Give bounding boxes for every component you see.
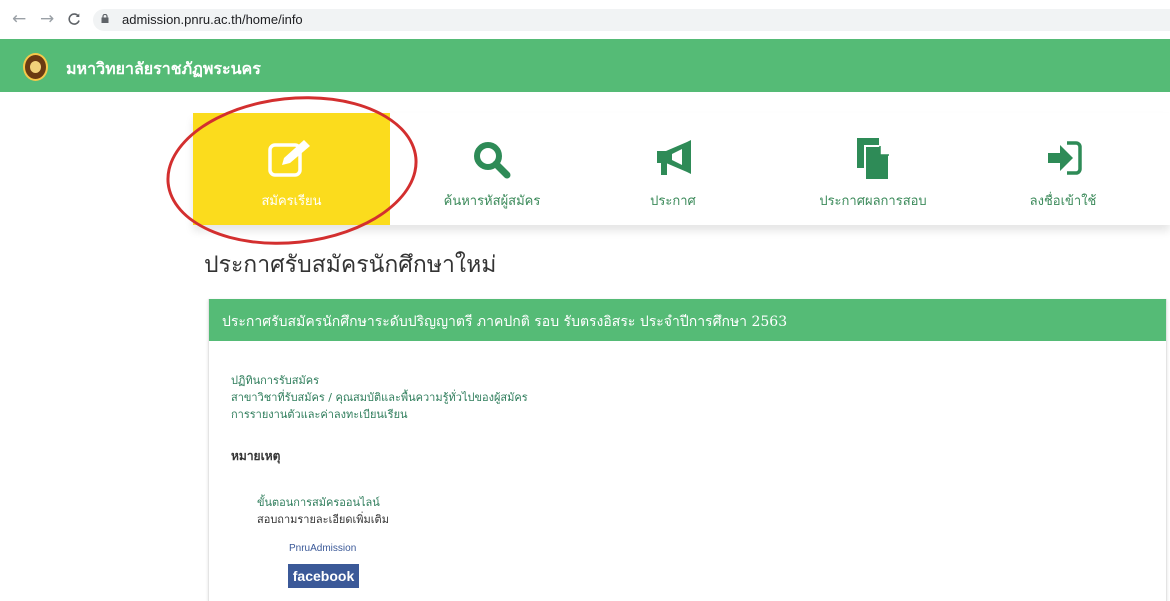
majors-link[interactable]: สาขาวิชาที่รับสมัคร / คุณสมบัติและพื้นคว… bbox=[231, 388, 528, 406]
reload-icon bbox=[68, 13, 80, 25]
facebook-page-name[interactable]: PnruAdmission bbox=[289, 543, 356, 554]
menu-announcement[interactable]: ประกาศ bbox=[603, 113, 743, 225]
menu-announcement-label: ประกาศ bbox=[650, 194, 696, 209]
back-button[interactable]: ← bbox=[12, 10, 26, 28]
site-title[interactable]: มหาวิทยาลัยราชภัฏพระนคร bbox=[66, 57, 261, 82]
reload-button[interactable] bbox=[67, 10, 81, 30]
note-heading: หมายเหตุ bbox=[231, 449, 281, 463]
menu-sign-in-label: ลงชื่อเข้าใช้ bbox=[1029, 194, 1097, 209]
menu-search-label: ค้นหารหัสผู้สมัคร bbox=[443, 194, 541, 209]
url-text: admission.pnru.ac.th/home/info bbox=[122, 12, 303, 27]
menu-exam-results[interactable]: ประกาศผลการสอบ bbox=[788, 113, 958, 225]
inquiry-text: สอบถามรายละเอียดเพิ่มเติม bbox=[257, 513, 389, 526]
announcement-card: ประกาศรับสมัครนักศึกษาระดับปริญญาตรี ภาค… bbox=[208, 299, 1167, 601]
search-icon bbox=[474, 142, 511, 179]
calendar-link[interactable]: ปฏิทินการรับสมัคร bbox=[231, 371, 319, 389]
university-logo[interactable] bbox=[23, 53, 48, 81]
forward-button[interactable]: → bbox=[40, 10, 54, 28]
highlight-circle bbox=[159, 84, 425, 257]
announcement-title: ประกาศรับสมัครนักศึกษาระดับปริญญาตรี ภาค… bbox=[222, 314, 788, 330]
page-title: ประกาศรับสมัครนักศึกษาใหม่ bbox=[204, 252, 497, 278]
menu-sign-in[interactable]: ลงชื่อเข้าใช้ bbox=[998, 113, 1128, 225]
menu-exam-results-label: ประกาศผลการสอบ bbox=[819, 194, 927, 209]
registration-link[interactable]: การรายงานตัวและค่าลงทะเบียนเรียน bbox=[231, 405, 408, 423]
lock-icon bbox=[101, 14, 109, 23]
menu-search-applicant[interactable]: ค้นหารหัสผู้สมัคร bbox=[402, 113, 582, 225]
announcement-card-header: ประกาศรับสมัครนักศึกษาระดับปริญญาตรี ภาค… bbox=[209, 299, 1166, 341]
browser-toolbar: ← → admission.pnru.ac.th/home/info bbox=[0, 0, 1170, 39]
sign-in-icon bbox=[1048, 141, 1082, 175]
megaphone-icon bbox=[657, 140, 691, 175]
document-icon bbox=[857, 138, 890, 181]
online-steps-link[interactable]: ขั้นตอนการสมัครออนไลน์ bbox=[257, 493, 380, 511]
address-bar[interactable]: admission.pnru.ac.th/home/info bbox=[93, 9, 1170, 31]
facebook-button[interactable]: facebook bbox=[288, 564, 359, 588]
